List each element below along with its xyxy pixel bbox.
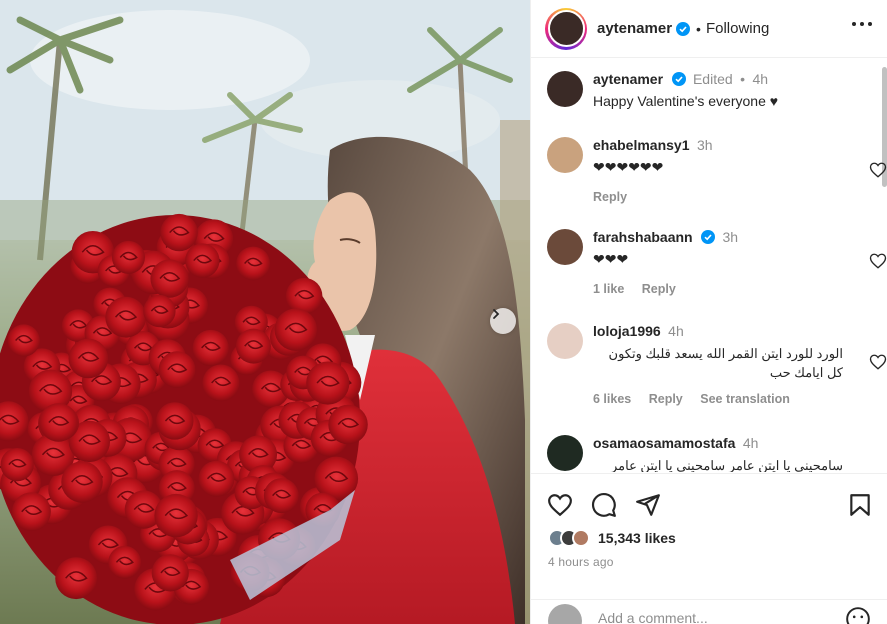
rose [55, 557, 98, 600]
rose [156, 402, 194, 440]
add-comment-row: Add a comment... [531, 599, 887, 624]
comment-text: ❤❤❤❤❤❤ [593, 159, 664, 175]
post-header: aytenamer • Following [531, 0, 887, 58]
comment-username[interactable]: osamaosamamostafa [593, 435, 735, 451]
chevron-right-icon [493, 309, 500, 319]
reply-button[interactable]: Reply [642, 282, 676, 296]
comment-text: سامحيني يا ايتن عامر سامحيني يا ايتن عام… [610, 458, 843, 472]
comment-icon[interactable] [591, 492, 617, 518]
add-comment-input[interactable]: Add a comment... [598, 610, 708, 624]
comment-likes[interactable]: 6 likes [593, 392, 631, 406]
rose [306, 361, 350, 405]
bookmark-icon[interactable] [847, 492, 873, 518]
rose [285, 277, 323, 315]
comment-item: ehabelmansy1 3h ❤❤❤❤❤❤ Reply [547, 137, 887, 207]
comment-actions: 6 likes Reply See translation [593, 392, 843, 406]
comment-username[interactable]: farahshabaann [593, 229, 693, 245]
heart-icon[interactable] [547, 492, 573, 518]
action-bar: 15,343 likes 4 hours ago Add a comment..… [531, 473, 887, 624]
liker-avatar [572, 529, 590, 547]
comment-actions: Reply [593, 190, 843, 204]
rose [39, 403, 78, 442]
avatar[interactable] [547, 229, 583, 265]
see-translation-button[interactable]: See translation [700, 392, 790, 406]
heart-icon[interactable] [869, 353, 887, 371]
verified-badge-icon [676, 21, 691, 36]
verified-badge-icon [701, 230, 716, 244]
avatar[interactable] [547, 435, 583, 471]
caption-time[interactable]: 4h [752, 71, 768, 87]
avatar[interactable] [547, 137, 583, 173]
rose [263, 478, 299, 514]
comment-item: loloja1996 4h الورد للورد ايتن القمر الل… [547, 323, 887, 413]
separator-dot: • [740, 71, 746, 87]
more-options-icon[interactable] [852, 22, 872, 28]
viewer-avatar [548, 604, 582, 624]
rose [0, 447, 34, 482]
reply-button[interactable]: Reply [649, 392, 683, 406]
following-button[interactable]: Following [706, 20, 769, 37]
rose [202, 364, 240, 402]
comment-username[interactable]: ehabelmansy1 [593, 137, 690, 153]
comment-actions: 1 like Reply [593, 282, 843, 296]
author-username[interactable]: aytenamer [597, 20, 672, 37]
comment-username[interactable]: loloja1996 [593, 323, 661, 339]
comment-item: osamaosamamostafa 4h سامحيني يا ايتن عام… [547, 435, 877, 472]
reply-button[interactable]: Reply [593, 190, 627, 204]
heart-icon[interactable] [869, 252, 887, 270]
post-time[interactable]: 4 hours ago [548, 555, 614, 569]
rose [12, 492, 51, 532]
edited-label: Edited [692, 71, 733, 87]
caption-text: Happy Valentine's everyone ♥ [593, 93, 779, 109]
rose [154, 493, 198, 538]
verified-badge-icon [671, 72, 686, 86]
heart-icon[interactable] [869, 161, 887, 179]
rose [185, 243, 220, 278]
avatar[interactable] [547, 323, 583, 359]
rose [111, 240, 145, 274]
comment-text: الورد للورد ايتن القمر الله يسعد قلبك وت… [608, 346, 843, 380]
comment-likes[interactable]: 1 like [593, 282, 624, 296]
post-image [0, 0, 530, 624]
rose [151, 554, 189, 592]
post-photo[interactable] [0, 0, 530, 624]
rose [274, 308, 318, 351]
rose [150, 259, 189, 298]
rose [235, 328, 271, 364]
likes-summary[interactable]: 15,343 likes [548, 529, 676, 547]
caption-row: aytenamer Edited • 4h Happy Valentine's … [547, 71, 877, 117]
comment-time[interactable]: 3h [697, 137, 713, 153]
comment-time[interactable]: 4h [668, 323, 684, 339]
likes-count[interactable]: 15,343 likes [598, 530, 676, 546]
rose [7, 324, 40, 357]
caption-username[interactable]: aytenamer [593, 71, 663, 87]
share-icon[interactable] [635, 492, 661, 518]
rose [105, 296, 147, 338]
avatar[interactable] [547, 71, 583, 107]
comment-text: ❤❤❤ [593, 251, 629, 267]
emoji-icon[interactable] [845, 606, 871, 624]
comment-item: farahshabaann 3h ❤❤❤ 1 like Reply [547, 229, 887, 299]
rose [108, 545, 142, 579]
post-side-panel: aytenamer • Following aytenamer Edited •… [530, 0, 887, 624]
rose [68, 338, 109, 379]
comment-time[interactable]: 3h [723, 229, 739, 245]
author-avatar[interactable] [545, 7, 587, 50]
separator-dot: • [696, 20, 701, 37]
comment-time[interactable]: 4h [743, 435, 759, 451]
rose [143, 294, 176, 328]
rose [198, 460, 235, 497]
rose [61, 461, 103, 503]
rose [160, 213, 198, 252]
rose [192, 329, 229, 366]
rose [328, 404, 368, 445]
rose [236, 246, 270, 281]
next-photo-button[interactable] [490, 308, 516, 334]
rose [158, 351, 196, 389]
comments-list[interactable]: aytenamer Edited • 4h Happy Valentine's … [531, 59, 887, 472]
